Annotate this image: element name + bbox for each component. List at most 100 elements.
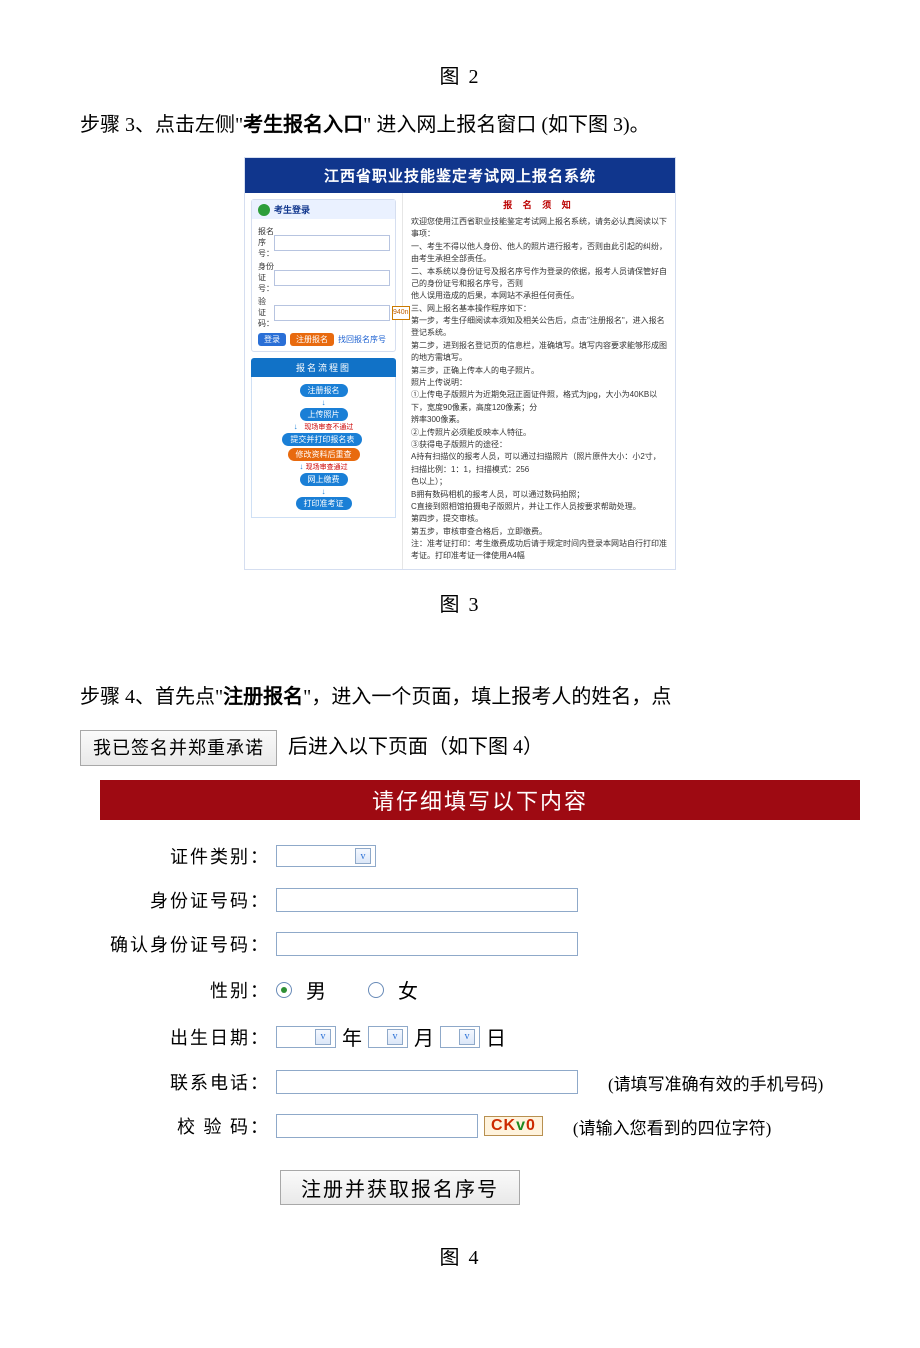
notice-l13: C直接到照相馆拍摄电子版照片，并让工作人员按要求帮助处理。 <box>411 501 667 513</box>
step4-post: "，进入一个页面，填上报考人的姓名，点 <box>303 686 671 708</box>
notice-l4: 第一步，考生仔细阅读本须知及相关公告后，点击"注册报名"，进入报名登记系统。 <box>411 315 667 340</box>
cap-a: CK <box>491 1117 516 1134</box>
row-id-confirm: 确认身份证号码： <box>100 922 860 966</box>
row-phone: 联系电话： (请填写准确有效的手机号码) <box>100 1060 860 1104</box>
registration-form: 请仔细填写以下内容 证件类别： v 身份证号码： 确认身份证号码： 性别： 男 … <box>100 780 860 1215</box>
step3-bold: 考生报名入口 <box>243 114 363 136</box>
notice-l11b: 色以上）； <box>411 476 667 488</box>
step3-pre: 步骤 3、点击左侧" <box>80 114 243 136</box>
suffix-year: 年 <box>342 1022 362 1051</box>
flow-step-submit: 提交并打印报名表 <box>282 433 362 446</box>
flow-warn1: 现场审查不通过 <box>304 424 353 431</box>
label-id-confirm: 确认身份证号码： <box>100 931 276 957</box>
input-id-number[interactable] <box>276 888 578 912</box>
label-code: 验 证 码： <box>258 296 274 329</box>
login-button[interactable]: 登录 <box>258 333 286 346</box>
suffix-day: 日 <box>486 1022 506 1051</box>
hint-phone: (请填写准确有效的手机号码) <box>608 1070 823 1095</box>
notice-panel: 报 名 须 知 欢迎您使用江西省职业技能鉴定考试网上报名系统，请务必认真阅读以下… <box>403 193 675 569</box>
arrow-down-icon: ↓ <box>322 487 326 496</box>
flow-step-modify: 修改资料后重查 <box>288 448 360 461</box>
suffix-month: 月 <box>414 1022 434 1051</box>
label-male: 男 <box>306 975 326 1004</box>
submit-button[interactable]: 注册并获取报名序号 <box>280 1170 520 1205</box>
select-month[interactable]: v <box>368 1026 408 1048</box>
figure-2-caption: 图 2 <box>80 60 840 89</box>
system-banner: 江西省职业技能鉴定考试网上报名系统 <box>245 158 675 193</box>
hint-captcha: (请输入您看到的四位字符) <box>573 1114 771 1139</box>
form-title-bar: 请仔细填写以下内容 <box>100 780 860 820</box>
step-4-line1: 步骤 4、首先点"注册报名"，进入一个页面，填上报考人的姓名，点 <box>80 679 840 715</box>
input-phone[interactable] <box>276 1070 578 1094</box>
flow-panel: 报名流程图 注册报名 ↓ 上传照片 ↓ 现场审查不通过 提交并打印报名表 修改资… <box>251 358 396 518</box>
chevron-down-icon: v <box>387 1029 403 1045</box>
registration-system-screenshot: 江西省职业技能鉴定考试网上报名系统 考生登录 报名序号： 身份证号： 验 证 码… <box>244 157 676 570</box>
notice-l15: 第五步，审核审查合格后，立即缴费。 <box>411 526 667 538</box>
flow-title: 报名流程图 <box>251 358 396 377</box>
label-id: 身份证号： <box>258 261 274 294</box>
notice-l1: 一、考生不得以他人身份、他人的照片进行报考，否则由此引起的纠纷，由考生承担全部责… <box>411 241 667 266</box>
notice-l3: 三、网上报名基本操作程序如下： <box>411 303 667 315</box>
input-code[interactable] <box>274 305 390 321</box>
chevron-down-icon: v <box>355 848 371 864</box>
captcha-image: CKv0 <box>484 1116 543 1136</box>
notice-l5: 第二步，进到报名登记页的信息栏，准确填写。填写内容要求能够形成图的地方需填写。 <box>411 340 667 365</box>
login-title: 考生登录 <box>274 203 310 216</box>
step4-bold: 注册报名 <box>223 686 303 708</box>
radio-male[interactable] <box>276 982 292 998</box>
arrow-down-icon: ↓ <box>322 398 326 407</box>
figure-3-caption: 图 3 <box>80 588 840 617</box>
cap-b: v <box>516 1117 526 1134</box>
notice-l9: ②上传照片必须能反映本人特征。 <box>411 427 667 439</box>
notice-l14: 第四步，提交审核。 <box>411 513 667 525</box>
step-4-line2: 我已签名并郑重承诺 后进入以下页面（如下图 4） <box>80 729 840 767</box>
step3-post: " 进入网上报名窗口 (如下图 3)。 <box>363 114 649 136</box>
flow-step-upload: 上传照片 <box>300 408 348 421</box>
select-cert-type[interactable]: v <box>276 845 376 867</box>
row-birth: 出生日期： v年 v月 v日 <box>100 1013 860 1060</box>
flow-step-pay: 网上缴费 <box>300 473 348 486</box>
notice-l2b: 他人误用造成的后果，本网站不承担任何责任。 <box>411 290 667 302</box>
notice-l10: ③获得电子版照片的途径： <box>411 439 667 451</box>
step4-pre: 步骤 4、首先点" <box>80 686 223 708</box>
flow-warn2: 现场审查通过 <box>306 464 348 471</box>
notice-title: 报 名 须 知 <box>411 199 667 213</box>
step-3-text: 步骤 3、点击左侧"考生报名入口" 进入网上报名窗口 (如下图 3)。 <box>80 107 840 143</box>
notice-l16: 注：准考证打印：考生缴费成功后请于规定时间内登录本网站自行打印准考证。打印准考证… <box>411 538 667 563</box>
label-gender: 性别： <box>100 977 276 1003</box>
row-cert-type: 证件类别： v <box>100 834 860 878</box>
select-day[interactable]: v <box>440 1026 480 1048</box>
notice-l8: ①上传电子版照片为近期免冠正面证件照，格式为jpg，大小为40KB以下，宽度90… <box>411 389 667 414</box>
select-year[interactable]: v <box>276 1026 336 1048</box>
arrow-down-icon: ↓ <box>294 422 298 431</box>
flow-step-print: 打印准考证 <box>296 497 352 510</box>
figure-4-caption: 图 4 <box>80 1241 840 1270</box>
label-captcha: 校 验 码： <box>100 1113 276 1139</box>
dot-icon <box>258 204 270 216</box>
input-captcha[interactable] <box>276 1114 478 1138</box>
label-cert-type: 证件类别： <box>100 843 276 869</box>
radio-female[interactable] <box>368 982 384 998</box>
register-button[interactable]: 注册报名 <box>290 333 334 346</box>
row-captcha: 校 验 码： CKv0 (请输入您看到的四位字符) <box>100 1104 860 1148</box>
row-id: 身份证号码： <box>100 878 860 922</box>
cap-c: 0 <box>526 1117 536 1134</box>
notice-l6: 第三步，正确上传本人的电子照片。 <box>411 365 667 377</box>
notice-l2: 二、本系统以身份证号及报名序号作为登录的依据，报考人员请保管好自己的身份证号和报… <box>411 266 667 291</box>
chevron-down-icon: v <box>459 1029 475 1045</box>
flow-step-register: 注册报名 <box>300 384 348 397</box>
notice-l7: 照片上传说明： <box>411 377 667 389</box>
label-seq: 报名序号： <box>258 226 274 259</box>
notice-l11: A持有扫描仪的报考人员，可以通过扫描照片（照片原件大小：小2寸，扫描比例：1：1… <box>411 451 667 476</box>
recover-link[interactable]: 找回报名序号 <box>338 334 386 345</box>
input-id[interactable] <box>274 270 390 286</box>
label-phone: 联系电话： <box>100 1069 276 1095</box>
row-gender: 性别： 男 女 <box>100 966 860 1013</box>
arrow-down-icon: ↓ <box>299 462 303 471</box>
step4-after-btn: 后进入以下页面（如下图 4） <box>288 736 543 758</box>
input-seq[interactable] <box>274 235 390 251</box>
label-birth: 出生日期： <box>100 1024 276 1050</box>
notice-l12: B拥有数码相机的报考人员，可以通过数码拍照； <box>411 489 667 501</box>
promise-button[interactable]: 我已签名并郑重承诺 <box>80 730 277 766</box>
input-id-confirm[interactable] <box>276 932 578 956</box>
